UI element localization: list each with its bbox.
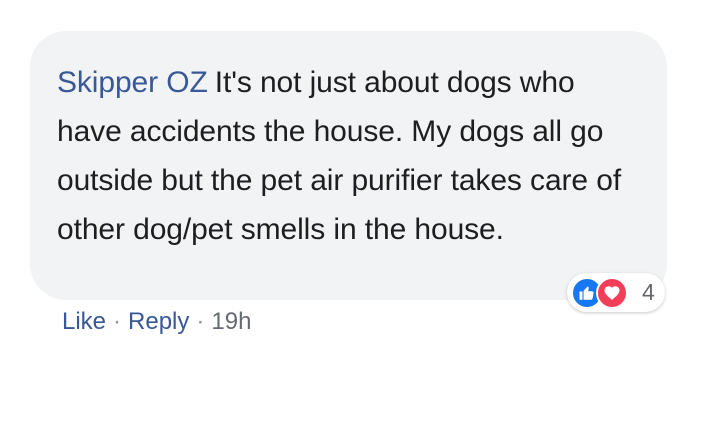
comment-actions: Like · Reply · 19h [62, 304, 251, 340]
author-name-link[interactable]: Skipper OZ [57, 66, 208, 99]
reaction-count: 4 [642, 279, 655, 305]
comment-bubble: Skipper OZ It's not just about dogs who h… [30, 31, 667, 312]
action-separator: · [113, 308, 122, 335]
reply-link[interactable]: Reply [128, 304, 189, 340]
comment-text: Skipper OZ It's not just about dogs who h… [57, 58, 642, 254]
like-link[interactable]: Like [62, 304, 106, 340]
timestamp[interactable]: 19h [211, 304, 251, 340]
reaction-icons [571, 276, 634, 309]
comment-container: Skipper OZ It's not just about dogs who h… [0, 0, 710, 422]
action-separator: · [196, 308, 205, 335]
heart-icon [596, 276, 628, 309]
reaction-summary[interactable]: 4 [567, 273, 665, 312]
